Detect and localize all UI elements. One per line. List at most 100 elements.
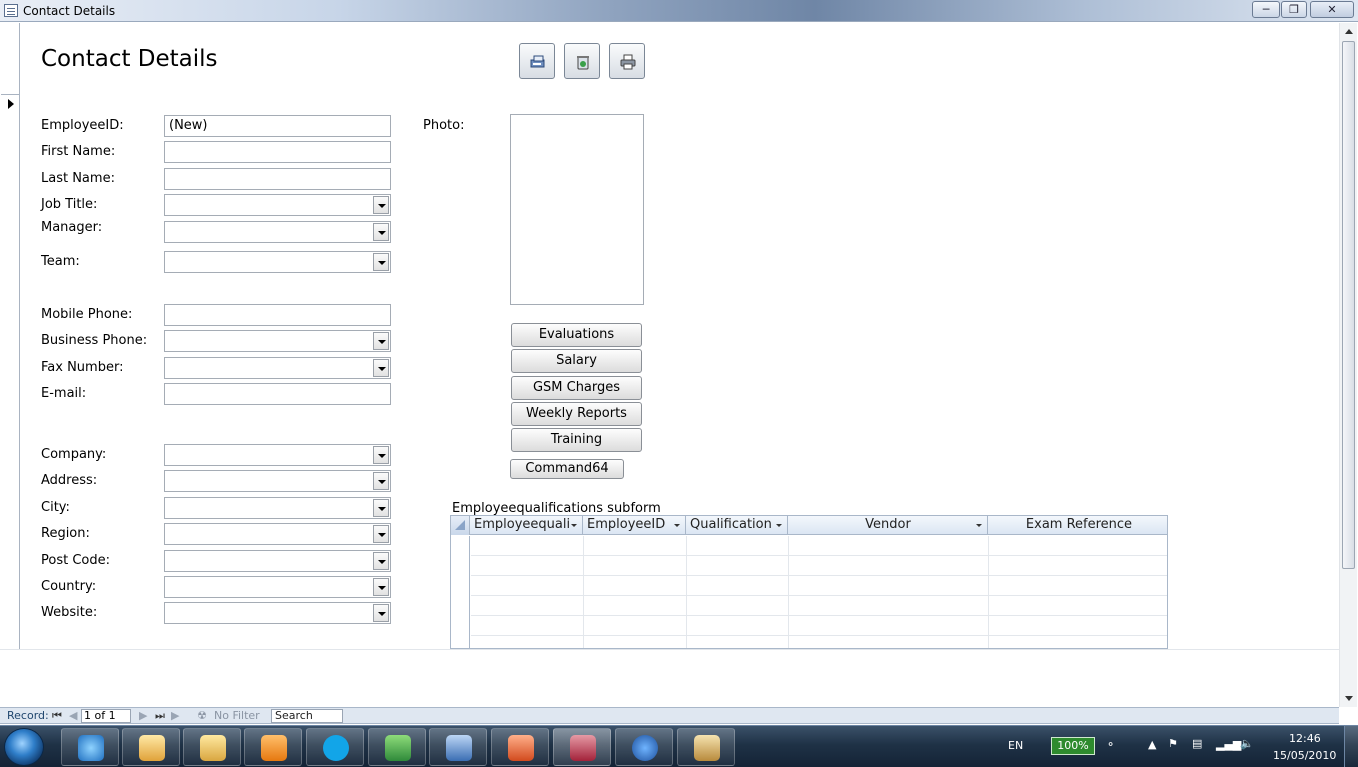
gsm-charges-button[interactable]: GSM Charges — [511, 376, 642, 400]
manager-combo[interactable] — [164, 221, 391, 243]
power-icon[interactable]: ⚬ — [1106, 738, 1115, 751]
scroll-up-icon[interactable] — [1345, 29, 1353, 34]
taskbar-powerpoint[interactable] — [491, 728, 549, 766]
evaluations-button[interactable]: Evaluations — [511, 323, 642, 347]
first-record-icon[interactable]: ⏮ — [52, 709, 62, 723]
subform-header: Employeequali EmployeeID Qualification V… — [451, 516, 1167, 535]
taskbar-skype[interactable] — [306, 728, 364, 766]
subform-row-selector[interactable] — [451, 536, 470, 648]
chevron-down-icon[interactable] — [373, 604, 389, 622]
chevron-down-icon[interactable] — [373, 359, 389, 377]
taskbar-outlook[interactable] — [122, 728, 180, 766]
column-header-exam-reference[interactable]: Exam Reference — [989, 516, 1167, 535]
chevron-down-icon[interactable] — [373, 196, 389, 214]
last-name-field[interactable] — [164, 168, 391, 190]
website-label: Website: — [41, 605, 98, 620]
taskbar-paint[interactable] — [677, 728, 735, 766]
scroll-down-icon[interactable] — [1345, 696, 1353, 701]
taskbar-media-player[interactable] — [244, 728, 302, 766]
team-combo[interactable] — [164, 251, 391, 273]
taskbar-messenger[interactable] — [368, 728, 426, 766]
region-combo[interactable] — [164, 523, 391, 545]
post-code-combo[interactable] — [164, 550, 391, 572]
taskbar-help[interactable] — [615, 728, 673, 766]
mobile-phone-field[interactable] — [164, 304, 391, 326]
fax-number-combo[interactable] — [164, 357, 391, 379]
network-device-icon[interactable]: ▤ — [1192, 737, 1202, 750]
next-record-icon[interactable]: ▶ — [139, 709, 147, 723]
language-indicator[interactable]: EN — [1008, 739, 1023, 752]
show-hidden-icons-icon[interactable]: ▲ — [1148, 738, 1156, 751]
photo-frame[interactable] — [510, 114, 644, 305]
qualifications-subform[interactable]: Employeequali EmployeeID Qualification V… — [450, 515, 1168, 649]
search-input[interactable]: Search — [271, 709, 343, 723]
chevron-down-icon[interactable] — [373, 472, 389, 490]
volume-icon[interactable]: 🔈 — [1240, 737, 1254, 750]
column-header-employeequali[interactable]: Employeequali — [471, 516, 583, 535]
chevron-down-icon[interactable] — [373, 332, 389, 350]
city-label: City: — [41, 500, 70, 515]
chevron-down-icon[interactable] — [776, 524, 782, 527]
record-position-input[interactable]: 1 of 1 — [81, 709, 131, 723]
show-desktop-button[interactable] — [1344, 726, 1358, 767]
close-button[interactable]: ✕ — [1310, 1, 1354, 18]
save-record-button[interactable] — [519, 43, 555, 79]
new-record-icon[interactable]: ▶ — [171, 709, 179, 723]
last-record-icon[interactable]: ⏭ — [155, 709, 165, 723]
chevron-down-icon[interactable] — [976, 524, 982, 527]
first-name-field[interactable] — [164, 141, 391, 163]
action-center-flag-icon[interactable]: ⚑ — [1168, 737, 1178, 750]
column-header-employeeid[interactable]: EmployeeID — [584, 516, 686, 535]
internet-explorer-icon — [78, 735, 104, 761]
chevron-down-icon[interactable] — [373, 525, 389, 543]
chevron-down-icon[interactable] — [373, 223, 389, 241]
employee-id-field[interactable]: (New) — [164, 115, 391, 137]
website-combo[interactable] — [164, 602, 391, 624]
salary-button[interactable]: Salary — [511, 349, 642, 373]
record-selector[interactable] — [1, 23, 20, 649]
city-combo[interactable] — [164, 497, 391, 519]
delete-record-button[interactable] — [564, 43, 600, 79]
chevron-down-icon[interactable] — [571, 524, 577, 527]
company-combo[interactable] — [164, 444, 391, 466]
chevron-down-icon[interactable] — [373, 446, 389, 464]
chevron-down-icon[interactable] — [674, 524, 680, 527]
training-button[interactable]: Training — [511, 428, 642, 452]
chevron-down-icon[interactable] — [373, 499, 389, 517]
address-combo[interactable] — [164, 470, 391, 492]
minimize-button[interactable]: ─ — [1252, 1, 1280, 18]
restore-button[interactable]: ❐ — [1281, 1, 1307, 18]
clock-time[interactable]: 12:46 — [1289, 732, 1321, 745]
column-header-qualification[interactable]: Qualification — [687, 516, 788, 535]
scroll-thumb[interactable] — [1342, 41, 1355, 569]
clock-date[interactable]: 15/05/2010 — [1273, 749, 1336, 762]
folder-icon — [200, 735, 226, 761]
taskbar-access[interactable] — [553, 728, 611, 766]
email-field[interactable] — [164, 383, 391, 405]
taskbar-sync[interactable] — [429, 728, 487, 766]
battery-indicator[interactable]: 100% — [1051, 737, 1095, 755]
job-title-combo[interactable] — [164, 194, 391, 216]
vertical-scrollbar[interactable] — [1339, 23, 1357, 707]
messenger-icon — [385, 735, 411, 761]
business-phone-combo[interactable] — [164, 330, 391, 352]
select-all-corner[interactable] — [451, 516, 470, 535]
chevron-down-icon[interactable] — [373, 552, 389, 570]
taskbar-explorer[interactable] — [183, 728, 241, 766]
taskbar-internet-explorer[interactable] — [61, 728, 119, 766]
filter-status[interactable]: No Filter — [214, 709, 260, 723]
column-header-vendor[interactable]: Vendor — [789, 516, 988, 535]
previous-record-icon[interactable]: ◀ — [69, 709, 77, 723]
team-label: Team: — [41, 254, 80, 269]
chevron-down-icon[interactable] — [373, 578, 389, 596]
filter-icon[interactable]: ☢ — [197, 709, 207, 723]
weekly-reports-button[interactable]: Weekly Reports — [511, 402, 642, 426]
post-code-label: Post Code: — [41, 553, 110, 568]
start-button[interactable] — [4, 728, 44, 766]
window-title-bar[interactable]: Contact Details ─ ❐ ✕ — [0, 0, 1358, 22]
command64-button[interactable]: Command64 — [510, 459, 624, 479]
chevron-down-icon[interactable] — [373, 253, 389, 271]
country-combo[interactable] — [164, 576, 391, 598]
print-button[interactable] — [609, 43, 645, 79]
signal-strength-icon[interactable]: ▂▄▆ — [1216, 738, 1241, 751]
